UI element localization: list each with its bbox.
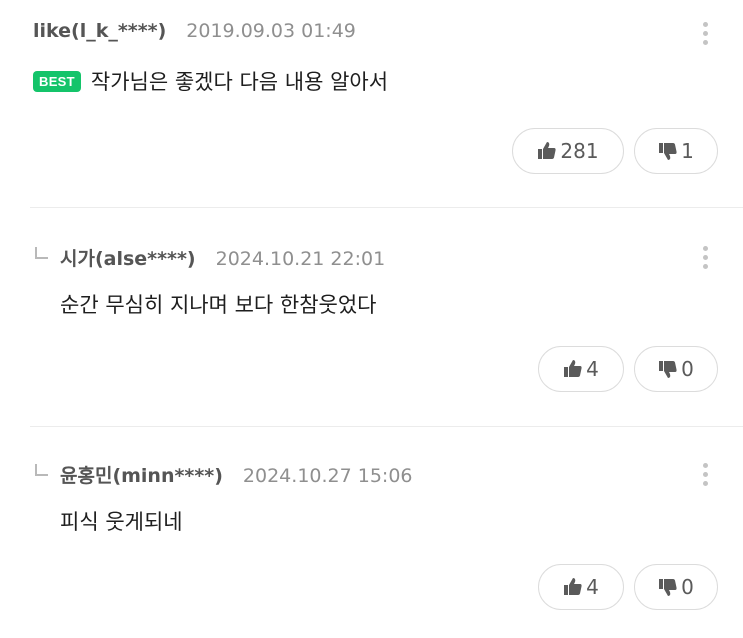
like-count: 4 xyxy=(586,357,599,381)
like-button[interactable]: 281 xyxy=(512,128,624,174)
comment-date: 2024.10.21 22:01 xyxy=(215,248,386,270)
thumbs-down-icon xyxy=(659,143,677,160)
comment-text: 피식 웃게되네 xyxy=(60,510,183,534)
more-options-icon[interactable] xyxy=(695,16,715,50)
dislike-button[interactable]: 1 xyxy=(634,128,718,174)
more-options-icon[interactable] xyxy=(695,240,715,274)
comment-text: 작가님은 좋겠다 다음 내용 알아서 xyxy=(90,70,389,94)
reply-item: 시가(alse****) 2024.10.21 22:01 순간 무심히 지나며… xyxy=(0,208,743,426)
like-count: 4 xyxy=(586,575,599,599)
best-badge: BEST xyxy=(33,70,81,92)
comment-body: BEST 작가님은 좋겠다 다음 내용 알아서 xyxy=(33,66,388,96)
thumbs-up-icon xyxy=(564,578,582,595)
reply-arrow-icon xyxy=(35,247,48,259)
comment-body: 순간 무심히 지나며 보다 한참웃었다 xyxy=(60,289,377,319)
dislike-count: 0 xyxy=(681,357,694,381)
comment-author[interactable]: like(l_k_****) xyxy=(33,20,166,42)
reply-item: 윤홍민(minn****) 2024.10.27 15:06 피식 웃게되네 4… xyxy=(0,427,743,638)
dislike-button[interactable]: 0 xyxy=(634,564,718,610)
dislike-count: 1 xyxy=(681,139,694,163)
comment-body: 피식 웃게되네 xyxy=(60,506,183,536)
more-options-icon[interactable] xyxy=(695,457,715,491)
like-button[interactable]: 4 xyxy=(538,564,624,610)
dislike-count: 0 xyxy=(681,575,694,599)
thumbs-down-icon xyxy=(659,579,677,596)
reply-arrow-icon xyxy=(35,464,48,476)
like-button[interactable]: 4 xyxy=(538,346,624,392)
comment-meta: 시가(alse****) 2024.10.21 22:01 xyxy=(60,244,385,271)
comment-meta: 윤홍민(minn****) 2024.10.27 15:06 xyxy=(60,461,413,488)
thumbs-down-icon xyxy=(659,361,677,378)
comment-text: 순간 무심히 지나며 보다 한참웃었다 xyxy=(60,293,377,317)
like-count: 281 xyxy=(560,139,599,163)
comment-author[interactable]: 윤홍민(minn****) xyxy=(60,461,223,488)
comment-date: 2019.09.03 01:49 xyxy=(186,20,356,42)
comment-item: like(l_k_****) 2019.09.03 01:49 BEST 작가님… xyxy=(0,0,743,207)
thumbs-up-icon xyxy=(538,142,557,159)
comment-date: 2024.10.27 15:06 xyxy=(242,465,413,487)
comment-meta: like(l_k_****) 2019.09.03 01:49 xyxy=(33,20,356,42)
dislike-button[interactable]: 0 xyxy=(634,346,718,392)
comment-author[interactable]: 시가(alse****) xyxy=(60,244,196,271)
thumbs-up-icon xyxy=(564,360,582,377)
